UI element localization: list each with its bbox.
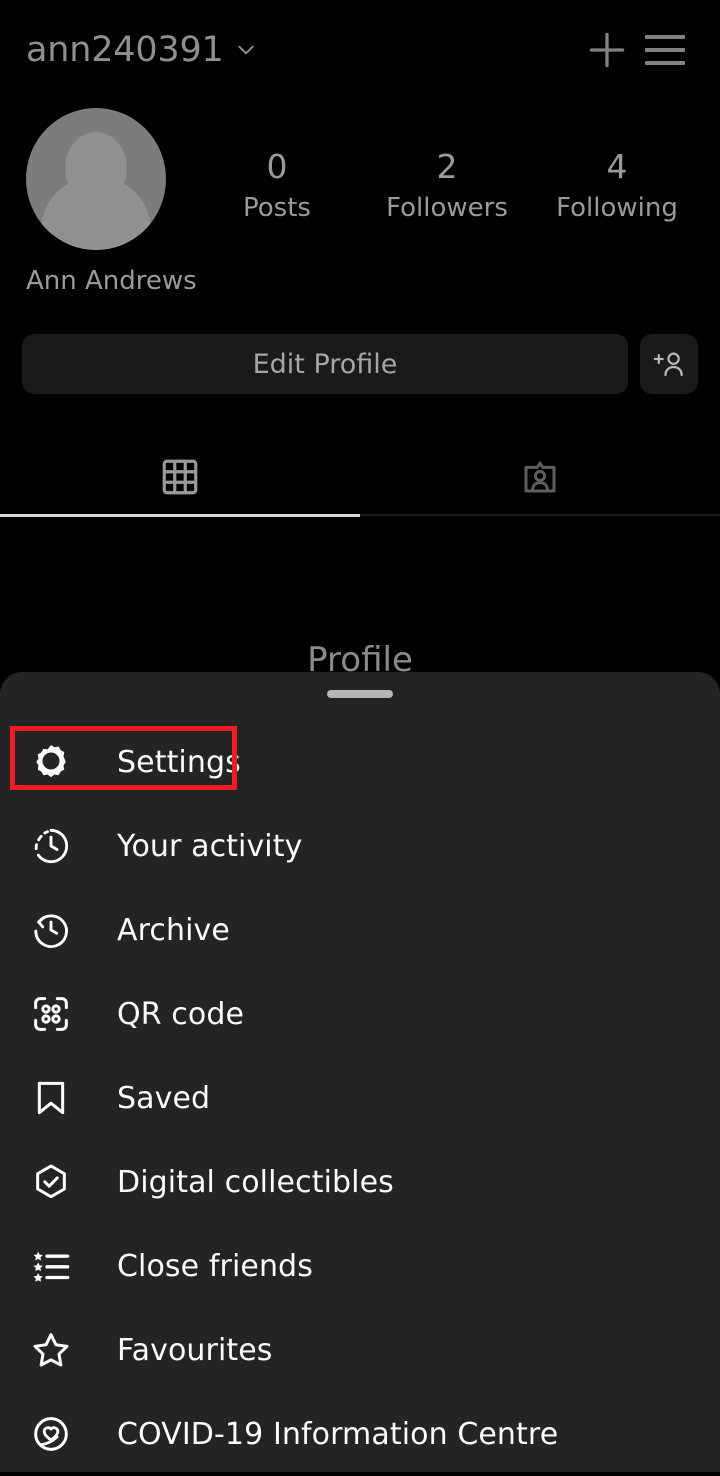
tab-active-indicator <box>0 514 360 517</box>
username-switcher[interactable]: ann240391 <box>26 30 256 70</box>
menu-item-label: Settings <box>117 744 241 780</box>
drag-handle[interactable] <box>327 690 393 698</box>
qr-code-icon <box>28 991 74 1037</box>
profile-action-row: Edit Profile <box>0 334 720 394</box>
star-list-icon <box>28 1243 74 1289</box>
avatar-body <box>41 176 151 250</box>
menu-item-label: Saved <box>117 1080 211 1116</box>
stat-label: Followers <box>386 193 508 223</box>
menu-item-your-activity[interactable]: Your activity <box>0 804 720 888</box>
menu-item-label: Close friends <box>117 1248 313 1284</box>
profile-summary: 0 Posts 2 Followers 4 Following <box>0 108 720 250</box>
covid-heart-icon <box>28 1411 74 1457</box>
menu-item-digital-collectibles[interactable]: Digital collectibles <box>0 1140 720 1224</box>
grid-icon <box>159 456 201 498</box>
stat-followers[interactable]: 2 Followers <box>362 146 532 226</box>
add-person-icon <box>652 347 686 381</box>
profile-options-menu: Settings Your activity Archive QR code S… <box>0 720 720 1476</box>
tab-tagged[interactable] <box>360 438 720 516</box>
menu-item-label: COVID-19 Information Centre <box>117 1416 559 1452</box>
profile-full-name: Ann Andrews <box>26 266 197 296</box>
archive-clock-rewind-icon <box>28 907 74 953</box>
profile-tabs <box>0 438 720 516</box>
stat-label: Posts <box>243 193 311 223</box>
menu-item-covid-info[interactable]: COVID-19 Information Centre <box>0 1392 720 1476</box>
menu-item-favourites[interactable]: Favourites <box>0 1308 720 1392</box>
discover-people-button[interactable] <box>640 334 698 394</box>
tagged-person-icon <box>519 456 561 498</box>
stat-posts[interactable]: 0 Posts <box>192 146 362 226</box>
menu-item-label: QR code <box>117 996 245 1032</box>
menu-item-label: Digital collectibles <box>117 1164 394 1200</box>
menu-item-saved[interactable]: Saved <box>0 1056 720 1140</box>
hamburger-menu-icon <box>645 26 685 74</box>
clock-activity-icon <box>28 823 74 869</box>
gear-icon <box>28 739 74 785</box>
stat-following[interactable]: 4 Following <box>532 146 702 226</box>
profile-options-sheet: Settings Your activity Archive QR code S… <box>0 672 720 1472</box>
edit-profile-button[interactable]: Edit Profile <box>22 334 628 394</box>
username-label: ann240391 <box>26 30 224 70</box>
chevron-down-icon <box>236 40 256 60</box>
stat-value: 4 <box>606 147 628 186</box>
plus-icon <box>585 28 629 72</box>
new-post-button[interactable] <box>578 21 636 79</box>
tab-divider <box>360 514 720 516</box>
menu-item-label: Your activity <box>117 828 303 864</box>
menu-item-archive[interactable]: Archive <box>0 888 720 972</box>
menu-item-close-friends[interactable]: Close friends <box>0 1224 720 1308</box>
stat-label: Following <box>556 193 678 223</box>
stat-value: 0 <box>266 147 288 186</box>
menu-button[interactable] <box>636 21 694 79</box>
menu-item-label: Archive <box>117 912 230 948</box>
hexagon-check-icon <box>28 1159 74 1205</box>
menu-item-label: Favourites <box>117 1332 273 1368</box>
tab-grid[interactable] <box>0 438 360 516</box>
stat-value: 2 <box>436 147 458 186</box>
avatar[interactable] <box>26 108 166 250</box>
bookmark-icon <box>28 1075 74 1121</box>
profile-stats: 0 Posts 2 Followers 4 Following <box>192 146 702 226</box>
menu-item-qr-code[interactable]: QR code <box>0 972 720 1056</box>
menu-item-settings[interactable]: Settings <box>0 720 720 804</box>
top-bar: ann240391 <box>0 0 720 100</box>
star-outline-icon <box>28 1327 74 1373</box>
